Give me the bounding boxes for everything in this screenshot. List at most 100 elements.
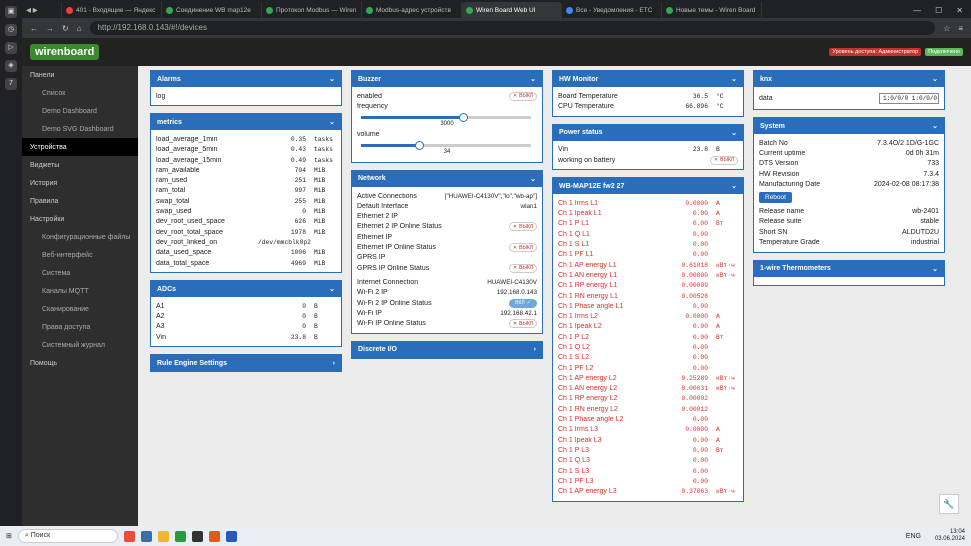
row-label: Board Temperature	[558, 92, 618, 100]
sidebar-item[interactable]: Система	[22, 264, 138, 282]
sidebar-item[interactable]: Панели	[22, 66, 138, 84]
browser-tab[interactable]: Modbus-адрес устройств	[362, 2, 462, 18]
sidebar-item[interactable]: История	[22, 174, 138, 192]
buzzer-enabled-switch[interactable]: ✕ ВЫКЛ	[509, 91, 537, 101]
volume-slider[interactable]	[361, 140, 531, 150]
close-icon[interactable]: ✕	[956, 6, 963, 15]
row-value: 0.00	[692, 230, 708, 238]
app-icon[interactable]	[225, 530, 237, 542]
browser-tab[interactable]: ◀ ▶	[22, 2, 62, 18]
app-icon[interactable]: ▣	[5, 6, 17, 18]
chevron-down-icon[interactable]: ⌄	[731, 129, 737, 137]
chevron-down-icon[interactable]: ⌄	[932, 265, 938, 273]
app-icon[interactable]: ◈	[5, 60, 17, 72]
sidebar-item[interactable]: Системный журнал	[22, 336, 138, 354]
row-value: 0.00002	[681, 395, 708, 403]
forward-icon[interactable]: →	[46, 24, 54, 33]
browser-tab[interactable]: Новые темы - Wiren Board	[662, 2, 762, 18]
data-row: Ch 1 AN energy L2 0.00031 кВт·ч	[558, 384, 738, 394]
chevron-down-icon[interactable]: ⌄	[329, 118, 335, 126]
play-icon[interactable]: ▷	[5, 42, 17, 54]
data-row: Ch 1 AP energy L3 0.37863 кВт·ч	[558, 487, 738, 497]
data-row: Ch 1 Ipeak L3 0.00 A	[558, 435, 738, 445]
favicon-icon	[166, 6, 173, 14]
sidebar-item[interactable]: Сканирование	[22, 300, 138, 318]
sidebar-item[interactable]: Виджеты	[22, 156, 138, 174]
knx-data-input[interactable]: 1:0/0/0 1:0/0/0	[879, 92, 939, 104]
row-label: dev_root_total_space	[156, 228, 223, 236]
tray-lang[interactable]: ENG	[906, 533, 921, 540]
chevron-down-icon[interactable]: ⌄	[530, 75, 536, 83]
sidebar-item[interactable]: Список	[22, 84, 138, 102]
sidebar-item[interactable]: Каналы MQTT	[22, 282, 138, 300]
minimize-icon[interactable]: —	[913, 6, 921, 15]
back-icon[interactable]: ←	[30, 24, 38, 33]
switch-label: ВЫКЛ	[519, 223, 534, 230]
access-badge[interactable]: Уровень доступа: Администратор	[829, 48, 922, 56]
status-switch[interactable]: ✕ ВЫКЛ	[509, 263, 537, 273]
home-icon[interactable]: ⌂	[77, 24, 82, 33]
row-value: 0.43	[290, 146, 306, 154]
browser-tab[interactable]: Wiren Board Web UI	[462, 2, 562, 18]
start-icon[interactable]: ⊞	[6, 532, 12, 540]
sidebar-item[interactable]: Веб-интерфейс	[22, 246, 138, 264]
chevron-down-icon[interactable]: ⌄	[731, 75, 737, 83]
row-label: data_total_space	[156, 259, 210, 267]
sidebar-item[interactable]: Demo Dashboard	[22, 102, 138, 120]
app-icon[interactable]	[174, 530, 186, 542]
chevron-down-icon[interactable]: ⌄	[932, 122, 938, 130]
rules-panel[interactable]: Rule Engine Settings ›	[150, 354, 342, 373]
chevron-right-icon[interactable]: ›	[333, 360, 335, 367]
taskbar-search[interactable]: ⌕ Поиск	[17, 529, 118, 543]
sidebar-item[interactable]: Конфигурационные файлы	[22, 228, 138, 246]
reload-icon[interactable]: ↻	[62, 24, 69, 33]
chevron-down-icon[interactable]: ⌄	[329, 75, 335, 83]
clock-icon[interactable]: ◷	[5, 24, 17, 36]
sidebar-item-label: Demo SVG Dashboard	[42, 125, 114, 133]
switch-label: ВКЛ	[515, 300, 525, 306]
chevron-down-icon[interactable]: ⌄	[731, 182, 737, 190]
row-label: GPRS IP Online Status	[357, 264, 430, 272]
row-value: 0.0000	[685, 313, 708, 321]
menu-icon[interactable]: ≡	[958, 24, 963, 33]
sidebar-item[interactable]: Demo SVG Dashboard	[22, 120, 138, 138]
status-switch[interactable]: ✕ ВЫКЛ	[509, 243, 537, 253]
app-icon[interactable]	[140, 530, 152, 542]
alarms-panel: Alarms ⌄ log	[150, 70, 342, 107]
row-unit: A	[716, 210, 720, 218]
status-switch[interactable]: ВКЛ ✓	[509, 298, 537, 308]
browser-tab[interactable]: 401 - Входящие — Яндекс	[62, 2, 162, 18]
app-icon[interactable]: 7	[5, 78, 17, 90]
browser-tab[interactable]: Все - Уведомления - ETC	[562, 2, 662, 18]
row-label: load_average_1min	[156, 135, 218, 143]
maximize-icon[interactable]: ☐	[935, 6, 942, 15]
chevron-right-icon[interactable]: ›	[534, 346, 536, 353]
sidebar-item[interactable]: Настройки	[22, 210, 138, 228]
chevron-down-icon[interactable]: ⌄	[932, 75, 938, 83]
app-icon[interactable]	[123, 530, 135, 542]
chevron-down-icon[interactable]: ⌄	[329, 285, 335, 293]
status-switch[interactable]: ✕ ВЫКЛ	[509, 319, 537, 329]
app-icon[interactable]	[191, 530, 203, 542]
wrench-icon[interactable]: 🔧	[939, 494, 959, 514]
browser-tab[interactable]: Соединение WB map12e	[162, 2, 262, 18]
frequency-slider[interactable]	[361, 112, 531, 122]
app-icon[interactable]	[157, 530, 169, 542]
chevron-down-icon[interactable]: ⌄	[530, 175, 536, 183]
taskbar-clock[interactable]: 13:04 03.06.2024	[935, 529, 965, 543]
sidebar-item[interactable]: Помощь	[22, 354, 138, 372]
bookmark-icon[interactable]: ☆	[943, 24, 950, 33]
url-input[interactable]: http://192.168.0.143/#!/devices	[89, 21, 936, 35]
sidebar-item[interactable]: Права доступа	[22, 318, 138, 336]
sidebar-item[interactable]: Правила	[22, 192, 138, 210]
battery-switch[interactable]: ✕ ВЫКЛ	[710, 155, 738, 165]
logo[interactable]: wirenboard	[30, 44, 100, 60]
app-icon[interactable]	[208, 530, 220, 542]
status-switch[interactable]: ✕ ВЫКЛ	[509, 222, 537, 232]
sidebar-item[interactable]: Устройства	[22, 138, 138, 156]
power-status-panel: Power status ⌄ Vin 23.8 B working on batter…	[552, 123, 744, 171]
reboot-button[interactable]: Reboot	[759, 192, 792, 204]
browser-tab[interactable]: Протокол Modbus — Wiren	[262, 2, 362, 18]
discrete-io-panel[interactable]: Discrete I/O ›	[351, 340, 543, 359]
data-row: load_average_15min 0.49 tasks	[156, 155, 336, 165]
